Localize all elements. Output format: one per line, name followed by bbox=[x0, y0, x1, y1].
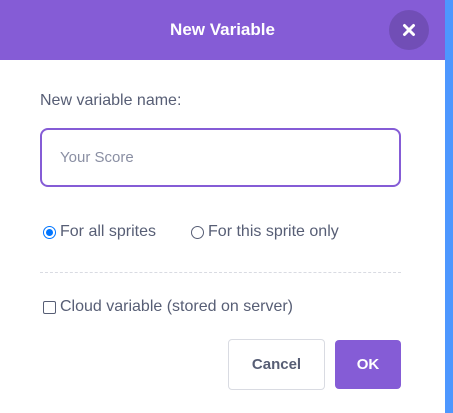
ok-button[interactable]: OK bbox=[335, 340, 401, 389]
close-icon bbox=[403, 24, 415, 36]
radio-button-icon[interactable] bbox=[191, 225, 205, 239]
radio-button-icon[interactable] bbox=[43, 225, 56, 239]
scope-radio-group: For all sprites For this sprite only bbox=[40, 219, 339, 245]
new-variable-dialog: New Variable New variable name: For all … bbox=[0, 0, 445, 413]
divider bbox=[40, 272, 401, 273]
dialog-header: New Variable bbox=[0, 0, 445, 60]
radio-for-all-sprites[interactable]: For all sprites bbox=[40, 223, 156, 241]
radio-label: For all sprites bbox=[60, 223, 157, 240]
cloud-variable-checkbox-row[interactable]: Cloud variable (stored on server) bbox=[40, 294, 293, 320]
cloud-variable-checkbox[interactable] bbox=[43, 300, 56, 314]
variable-name-input[interactable] bbox=[40, 128, 401, 187]
close-button[interactable] bbox=[389, 10, 429, 50]
radio-label: For this sprite only bbox=[208, 223, 339, 240]
dialog-title: New Variable bbox=[170, 20, 275, 39]
cancel-button[interactable]: Cancel bbox=[228, 339, 325, 390]
screen: New Variable New variable name: For all … bbox=[0, 0, 453, 413]
background-edge bbox=[445, 0, 453, 413]
variable-name-label: New variable name: bbox=[40, 92, 182, 109]
radio-for-this-sprite-only[interactable]: For this sprite only bbox=[188, 223, 339, 241]
cloud-variable-label: Cloud variable (stored on server) bbox=[60, 298, 293, 315]
